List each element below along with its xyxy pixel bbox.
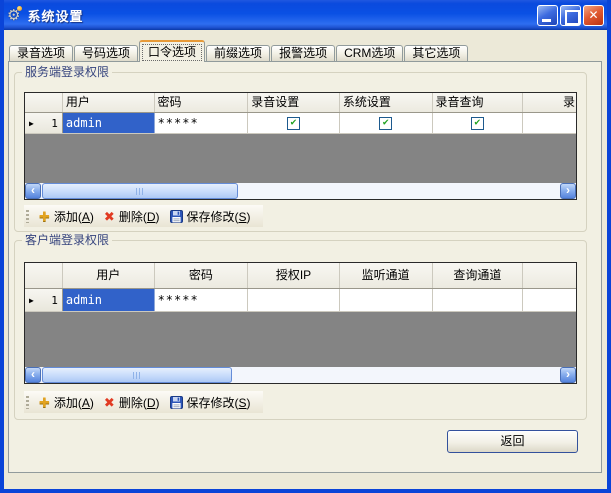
server-login-group-title: 服务端登录权限 <box>22 65 112 79</box>
toolbar-grip[interactable] <box>26 396 29 409</box>
tab-recording-options[interactable]: 录音选项 <box>9 45 73 61</box>
scroll-right-icon[interactable]: › <box>560 183 576 199</box>
row-selector[interactable]: ▶ 1 <box>25 289 63 311</box>
window-title: 系统设置 <box>27 6 83 25</box>
header-cell-password[interactable]: 密码 <box>155 263 249 288</box>
save-floppy-icon <box>170 210 183 223</box>
header-cell-clipped[interactable]: 录 <box>523 93 576 112</box>
server-grid-toolbar: ✚ 添加(A) ✖ 删除(D) <box>24 205 263 227</box>
header-cell-selector[interactable] <box>25 263 63 288</box>
grid-empty-area <box>25 312 576 367</box>
add-button[interactable]: ✚ 添加(A) <box>35 393 98 412</box>
settings-window: ⚙ 系统设置 ✕ 录音选项 号码选项 口令选项 前缀选项 报警选项 CRM选项 … <box>0 0 611 493</box>
row-selector[interactable]: ▶ 1 <box>25 113 63 133</box>
server-login-grid: 用户 密码 录音设置 系统设置 录音查询 录 ▶ 1 admin ***** <box>24 92 577 200</box>
tab-bar: 录音选项 号码选项 口令选项 前缀选项 报警选项 CRM选项 其它选项 <box>9 40 468 62</box>
tab-alarm-options[interactable]: 报警选项 <box>271 45 335 61</box>
close-button[interactable]: ✕ <box>583 5 604 26</box>
header-cell-recording-setting[interactable]: 录音设置 <box>248 93 340 112</box>
delete-x-icon: ✖ <box>104 396 115 409</box>
client-login-group-title: 客户端登录权限 <box>22 233 112 247</box>
minimize-button[interactable] <box>537 5 558 26</box>
cell-user[interactable]: admin <box>63 113 155 133</box>
delete-button[interactable]: ✖ 删除(D) <box>100 207 164 226</box>
header-cell-monitor-channel[interactable]: 监听通道 <box>340 263 433 288</box>
cell-clipped <box>523 113 576 133</box>
current-row-arrow-icon: ▶ <box>29 119 34 128</box>
add-button[interactable]: ✚ 添加(A) <box>35 207 98 226</box>
add-plus-icon: ✚ <box>39 396 50 409</box>
header-cell-auth-ip[interactable]: 授权IP <box>248 263 340 288</box>
toolbar-grip[interactable] <box>26 210 29 223</box>
cell-system-setting: ✔ <box>340 113 433 133</box>
window-controls: ✕ <box>537 5 604 26</box>
cell-recording-setting: ✔ <box>248 113 340 133</box>
server-grid-hscrollbar[interactable]: ‹ › <box>25 183 576 199</box>
current-row-arrow-icon: ▶ <box>29 296 34 305</box>
scroll-right-icon[interactable]: › <box>560 367 576 383</box>
client-grid-hscrollbar[interactable]: ‹ › <box>25 367 576 383</box>
cell-user[interactable]: admin <box>63 289 155 311</box>
recording-setting-checkbox-checked[interactable]: ✔ <box>287 117 300 130</box>
system-setting-checkbox-checked[interactable]: ✔ <box>379 117 392 130</box>
save-button[interactable]: 保存修改(S) <box>166 393 255 412</box>
client-grid-toolbar: ✚ 添加(A) ✖ 删除(D) <box>24 391 263 413</box>
server-grid-row: ▶ 1 admin ***** ✔ ✔ ✔ <box>25 113 576 134</box>
tab-page-password-options: 服务端登录权限 用户 密码 录音设置 系统设置 录音查询 录 ▶ <box>8 61 602 473</box>
header-cell-system-setting[interactable]: 系统设置 <box>340 93 433 112</box>
delete-x-icon: ✖ <box>104 210 115 223</box>
client-grid-header: 用户 密码 授权IP 监听通道 查询通道 <box>25 263 576 289</box>
client-login-grid: 用户 密码 授权IP 监听通道 查询通道 ▶ 1 admin ***** <box>24 262 577 384</box>
cell-recording-query: ✔ <box>433 113 524 133</box>
add-plus-icon: ✚ <box>39 210 50 223</box>
scroll-thumb[interactable] <box>42 367 232 383</box>
titlebar[interactable]: ⚙ 系统设置 ✕ <box>0 0 611 30</box>
server-login-groupbox: 服务端登录权限 用户 密码 录音设置 系统设置 录音查询 录 ▶ <box>14 72 587 232</box>
tab-crm-options[interactable]: CRM选项 <box>336 45 403 61</box>
client-grid-row: ▶ 1 admin ***** <box>25 289 576 312</box>
save-button[interactable]: 保存修改(S) <box>166 207 255 226</box>
dialog-client-area: 录音选项 号码选项 口令选项 前缀选项 报警选项 CRM选项 其它选项 服务端登… <box>4 30 607 489</box>
header-cell-user[interactable]: 用户 <box>63 263 155 288</box>
client-login-groupbox: 客户端登录权限 用户 密码 授权IP 监听通道 查询通道 ▶ <box>14 240 587 420</box>
recording-query-checkbox-checked[interactable]: ✔ <box>471 117 484 130</box>
tab-prefix-options[interactable]: 前缀选项 <box>206 45 270 61</box>
delete-button[interactable]: ✖ 删除(D) <box>100 393 164 412</box>
row-index: 1 <box>51 117 58 130</box>
gear-app-icon: ⚙ <box>7 8 20 23</box>
header-cell-recording-query[interactable]: 录音查询 <box>433 93 524 112</box>
header-cell-empty[interactable] <box>523 263 576 288</box>
header-cell-password[interactable]: 密码 <box>155 93 249 112</box>
save-floppy-icon <box>170 396 183 409</box>
scroll-left-icon[interactable]: ‹ <box>25 183 41 199</box>
maximize-button[interactable] <box>560 5 581 26</box>
cell-empty <box>523 289 576 311</box>
row-index: 1 <box>51 294 58 307</box>
cell-monitor-channel[interactable] <box>340 289 433 311</box>
grid-empty-area <box>25 134 576 183</box>
scroll-left-icon[interactable]: ‹ <box>25 367 41 383</box>
scroll-thumb[interactable] <box>42 183 238 199</box>
cell-query-channel[interactable] <box>433 289 524 311</box>
tab-password-options[interactable]: 口令选项 <box>139 40 205 62</box>
header-cell-selector[interactable] <box>25 93 63 112</box>
tab-number-options[interactable]: 号码选项 <box>74 45 138 61</box>
return-button[interactable]: 返回 <box>447 430 578 453</box>
cell-password[interactable]: ***** <box>155 113 249 133</box>
cell-password[interactable]: ***** <box>155 289 249 311</box>
tab-other-options[interactable]: 其它选项 <box>404 45 468 61</box>
server-grid-header: 用户 密码 录音设置 系统设置 录音查询 录 <box>25 93 576 113</box>
cell-auth-ip[interactable] <box>248 289 340 311</box>
header-cell-query-channel[interactable]: 查询通道 <box>433 263 524 288</box>
header-cell-user[interactable]: 用户 <box>63 93 155 112</box>
